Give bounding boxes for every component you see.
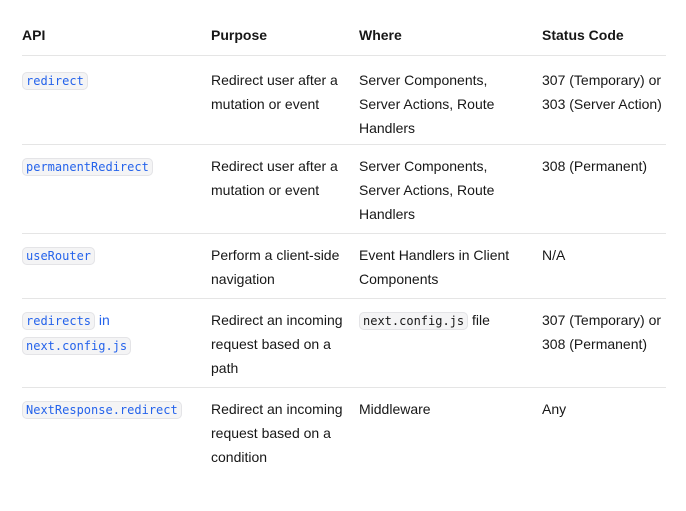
redirect-api-table: API Purpose Where Status Code redirect R… [22, 0, 666, 500]
header-purpose: Purpose [211, 27, 268, 43]
api-code: permanentRedirect [22, 158, 153, 176]
permanent-redirect-link[interactable]: permanentRedirect [22, 158, 153, 176]
purpose-cell: Redirect an incoming request based on a … [211, 401, 343, 465]
use-router-link[interactable]: useRouter [22, 247, 96, 265]
status-cell: Any [542, 401, 567, 417]
api-connector: in [98, 312, 110, 328]
where-cell: Server Components, Server Actions, Route… [359, 158, 495, 222]
redirect-link[interactable]: redirect [22, 72, 88, 90]
purpose-cell: Perform a client-side navigation [211, 247, 340, 287]
api-cell: redirect [22, 68, 211, 144]
purpose-cell: Redirect user after a mutation or event [211, 72, 338, 112]
status-cell: 307 (Temporary) or 308 (Permanent) [542, 312, 662, 352]
api-code-secondary: next.config.js [22, 337, 132, 355]
api-code: NextResponse.redirect [22, 401, 182, 419]
where-cell: Server Components, Server Actions, Route… [359, 72, 495, 136]
table-row: redirect Redirect user after a mutation … [22, 56, 666, 145]
api-cell: permanentRedirect [22, 154, 211, 233]
purpose-cell: Redirect user after a mutation or event [211, 158, 338, 198]
status-cell: 308 (Permanent) [542, 158, 648, 174]
api-cell: NextResponse.redirect [22, 397, 211, 500]
table-row: useRouter Perform a client-side navigati… [22, 234, 666, 299]
status-cell: N/A [542, 247, 566, 263]
header-api: API [22, 27, 46, 43]
purpose-cell: Redirect an incoming request based on a … [211, 312, 343, 376]
where-cell: Middleware [359, 401, 431, 417]
redirects-link[interactable]: redirects in next.config.js [22, 312, 132, 355]
header-where: Where [359, 27, 402, 43]
table-row: NextResponse.redirect Redirect an incomi… [22, 388, 666, 500]
status-cell: 307 (Temporary) or 303 (Server Action) [542, 72, 662, 112]
where-cell: Event Handlers in Client Components [359, 247, 510, 287]
next-response-redirect-link[interactable]: NextResponse.redirect [22, 401, 182, 419]
table-header-row: API Purpose Where Status Code [22, 0, 666, 56]
api-cell[interactable]: redirects in next.config.js [22, 308, 211, 387]
api-code: redirect [22, 72, 88, 90]
where-suffix: file [472, 312, 490, 328]
api-code: redirects [22, 312, 96, 330]
header-status-code: Status Code [542, 27, 624, 43]
where-cell: next.config.js file [359, 308, 542, 387]
table-row: redirects in next.config.js Redirect an … [22, 299, 666, 388]
where-code: next.config.js [359, 312, 469, 330]
api-cell: useRouter [22, 243, 211, 298]
api-code: useRouter [22, 247, 96, 265]
table-row: permanentRedirect Redirect user after a … [22, 145, 666, 234]
